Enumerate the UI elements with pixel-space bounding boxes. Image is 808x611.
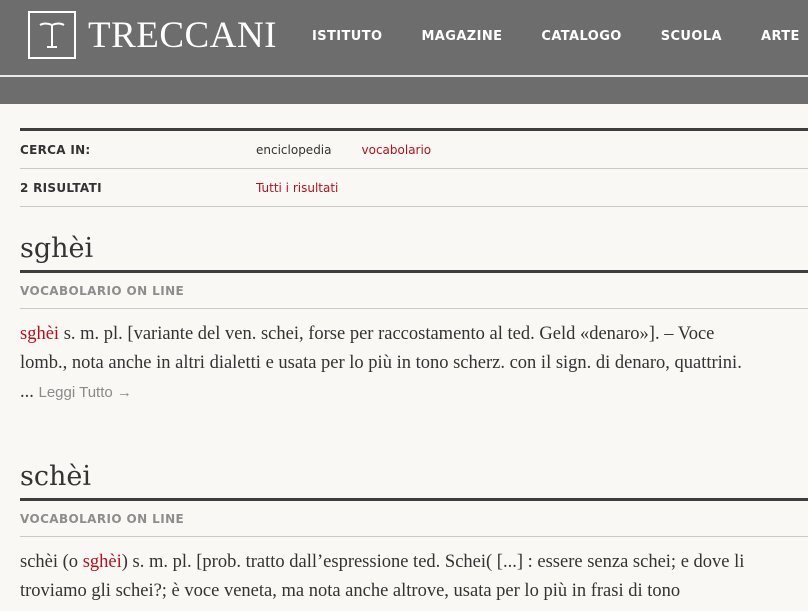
nav-arte[interactable]: ARTE bbox=[761, 29, 800, 44]
nav-istituto[interactable]: ISTITUTO bbox=[312, 29, 382, 44]
entry-excerpt: schèi (o sghèi) s. m. pl. [prob. tratto … bbox=[20, 548, 808, 606]
all-results-link[interactable]: Tutti i risultati bbox=[256, 181, 338, 195]
ellipsis: ... bbox=[20, 382, 34, 402]
results-count: 2 RISULTATI bbox=[20, 180, 102, 195]
entry-title-link[interactable]: sghèi bbox=[20, 233, 808, 264]
divider bbox=[20, 498, 808, 501]
entry-excerpt: sghèi s. m. pl. [variante del ven. schei… bbox=[20, 320, 808, 407]
read-more-link[interactable]: Leggi Tutto → bbox=[39, 384, 132, 401]
main-nav: ISTITUTO MAGAZINE CATALOGO SCUOLA ARTE bbox=[312, 29, 808, 44]
treccani-logo[interactable]: TRECCANI bbox=[28, 11, 277, 59]
logo-mark-icon bbox=[28, 11, 76, 59]
entry-source: VOCABOLARIO ON LINE bbox=[20, 284, 185, 298]
search-results: CERCA IN: enciclopedia vocabolario 2 RIS… bbox=[20, 128, 808, 606]
divider bbox=[20, 308, 808, 309]
nav-catalogo[interactable]: CATALOGO bbox=[541, 29, 621, 44]
search-in-label: CERCA IN: bbox=[20, 142, 91, 157]
keyword-highlight: sghèi bbox=[82, 552, 122, 572]
results-count-row: 2 RISULTATI Tutti i risultati bbox=[20, 169, 808, 206]
top-navigation-bar: TRECCANI ISTITUTO MAGAZINE CATALOGO SCUO… bbox=[0, 0, 808, 75]
excerpt-text: troviamo gli schei?; è voce veneta, ma n… bbox=[20, 581, 681, 601]
result-entry: schèi VOCABOLARIO ON LINE schèi (o sghèi… bbox=[20, 461, 808, 606]
divider bbox=[20, 270, 808, 273]
nav-scuola[interactable]: SCUOLA bbox=[661, 29, 722, 44]
keyword-highlight: sghèi bbox=[20, 324, 60, 344]
excerpt-text: s. m. pl. [variante del ven. schei, fors… bbox=[59, 324, 715, 344]
divider bbox=[20, 206, 808, 207]
search-in-row: CERCA IN: enciclopedia vocabolario bbox=[20, 131, 808, 168]
entry-source: VOCABOLARIO ON LINE bbox=[20, 512, 185, 526]
option-vocabolario[interactable]: vocabolario bbox=[362, 143, 432, 157]
excerpt-text: schèi (o bbox=[20, 552, 83, 572]
nav-magazine[interactable]: MAGAZINE bbox=[421, 29, 502, 44]
entry-title-link[interactable]: schèi bbox=[20, 461, 808, 492]
excerpt-text: ) s. m. pl. [prob. tratto dall’espressio… bbox=[121, 552, 745, 572]
divider bbox=[20, 536, 808, 537]
result-entry: sghèi VOCABOLARIO ON LINE sghèi s. m. pl… bbox=[20, 233, 808, 407]
sub-header-bar bbox=[0, 75, 808, 104]
excerpt-text: lomb., nota anche in altri dialetti e us… bbox=[20, 353, 742, 373]
option-enciclopedia[interactable]: enciclopedia bbox=[256, 143, 332, 157]
brand-name: TRECCANI bbox=[88, 14, 277, 56]
